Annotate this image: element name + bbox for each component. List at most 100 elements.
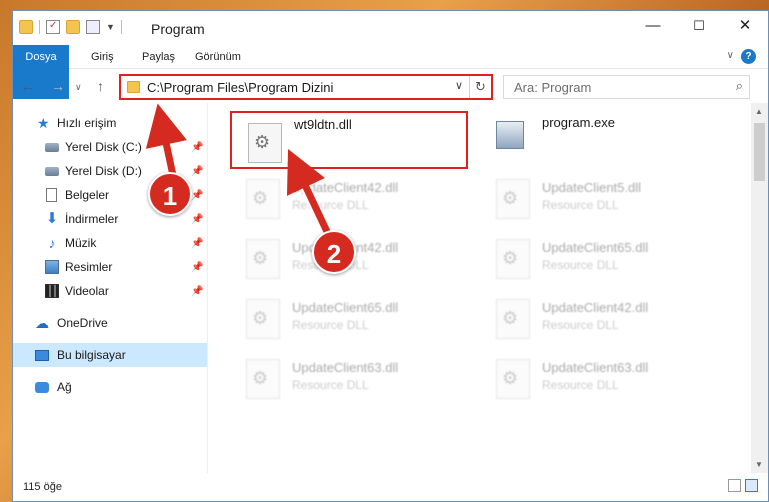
toolbar-divider — [39, 20, 40, 34]
sidebar-item-quick-access[interactable]: ★ Hızlı erişim — [13, 111, 207, 135]
sidebar-item-videos[interactable]: Videolar 📌 — [13, 279, 207, 303]
status-bar: 115 öğe — [13, 473, 768, 501]
ribbon: Dosya Giriş Paylaş Görünüm ∨ ? — [13, 45, 768, 99]
computer-icon — [35, 349, 49, 361]
file-item[interactable]: ⚙ UpdateClient42.dll Resource DLL — [480, 289, 720, 343]
forward-arrow-icon[interactable]: → — [51, 78, 65, 94]
file-item[interactable]: ⚙ UpdateClient5.dll Resource DLL — [480, 169, 720, 223]
new-folder-icon[interactable] — [66, 20, 80, 34]
navigation-pane: ★ Hızlı erişim Yerel Disk (C:) 📌 Yerel D… — [13, 111, 207, 471]
folder-icon[interactable] — [19, 20, 33, 34]
expand-ribbon-icon[interactable]: ∨ — [727, 50, 734, 61]
file-name: UpdateClient5.dll — [542, 180, 642, 195]
up-arrow-icon[interactable]: ↑ — [97, 78, 104, 94]
large-icons-view-icon[interactable] — [745, 479, 758, 492]
star-icon: ★ — [37, 115, 50, 131]
file-list: ⚙ wt9ldtn.dll program.exe ⚙ UpdateClient… — [218, 103, 743, 473]
tab-view[interactable]: Görünüm — [183, 45, 253, 69]
recent-locations-icon[interactable]: ∨ — [75, 82, 82, 93]
sidebar-item-local-disk-c[interactable]: Yerel Disk (C:) 📌 — [13, 135, 207, 159]
pin-icon[interactable]: 📌 — [191, 166, 203, 177]
view-switcher — [728, 479, 758, 492]
scroll-thumb[interactable] — [754, 123, 765, 181]
file-item[interactable]: ⚙ UpdateClient42.dll Resource DLL — [230, 169, 470, 223]
back-arrow-icon[interactable]: ← — [21, 78, 35, 94]
file-type: Resource DLL — [542, 378, 619, 392]
network-icon — [35, 381, 49, 393]
dll-file-icon: ⚙ — [496, 359, 530, 399]
file-name: UpdateClient65.dll — [542, 240, 649, 255]
tab-home[interactable]: Giriş — [79, 45, 126, 69]
sidebar-item-label: Belgeler — [65, 188, 110, 202]
application-icon — [496, 121, 524, 149]
drive-icon — [45, 166, 59, 176]
maximize-button[interactable]: ☐ — [676, 11, 722, 41]
file-name: UpdateClient42.dll — [292, 180, 399, 195]
toolbar-divider — [120, 20, 122, 34]
file-name: program.exe — [542, 115, 615, 130]
scroll-up-icon[interactable]: ▲ — [755, 107, 763, 116]
dll-file-icon: ⚙ — [246, 179, 280, 219]
tab-share[interactable]: Paylaş — [130, 45, 187, 69]
file-item[interactable]: ⚙ UpdateClient65.dll Resource DLL — [480, 229, 720, 283]
folder-icon — [127, 81, 140, 93]
help-icon[interactable]: ? — [741, 49, 756, 64]
gear-icon: ⚙ — [502, 188, 519, 208]
refresh-icon[interactable]: ↻ — [469, 76, 491, 98]
pin-icon[interactable]: 📌 — [191, 214, 203, 225]
scroll-down-icon[interactable]: ▼ — [755, 460, 763, 469]
video-icon — [45, 284, 59, 298]
drive-icon — [45, 142, 59, 152]
file-item[interactable]: ⚙ UpdateClient65.dll Resource DLL — [230, 289, 470, 343]
search-icon[interactable]: ⌕ — [736, 78, 743, 94]
pin-icon[interactable]: 📌 — [191, 262, 203, 273]
sidebar-item-network[interactable]: Ağ — [13, 375, 207, 399]
sidebar-item-label: Bu bilgisayar — [57, 348, 126, 362]
gear-icon: ⚙ — [502, 248, 519, 268]
file-item-program-exe[interactable]: program.exe — [480, 111, 720, 165]
file-type: Resource DLL — [542, 198, 619, 212]
details-view-icon[interactable] — [728, 479, 741, 492]
pin-icon[interactable]: 📌 — [191, 286, 203, 297]
sidebar-item-onedrive[interactable]: ☁ OneDrive — [13, 311, 207, 335]
file-item-wt9ldtn[interactable]: ⚙ wt9ldtn.dll — [230, 111, 468, 169]
address-path[interactable]: C:\Program Files\Program Dizini — [147, 80, 333, 95]
chevron-down-icon[interactable]: ▼ — [106, 22, 115, 32]
gear-icon: ⚙ — [252, 368, 269, 388]
sidebar-item-music[interactable]: ♪ Müzik 📌 — [13, 231, 207, 255]
address-bar[interactable]: C:\Program Files\Program Dizini ∨ ↻ — [119, 74, 493, 100]
cloud-icon: ☁ — [35, 315, 49, 331]
file-item[interactable]: ⚙ UpdateClient63.dll Resource DLL — [480, 349, 720, 403]
gear-icon: ⚙ — [252, 308, 269, 328]
sidebar-item-pictures[interactable]: Resimler 📌 — [13, 255, 207, 279]
search-input[interactable]: Ara: Program ⌕ — [503, 75, 750, 99]
file-name: wt9ldtn.dll — [294, 117, 352, 132]
customize-toolbar-icon[interactable] — [86, 20, 100, 34]
sidebar-item-label: Hızlı erişim — [57, 116, 117, 130]
pin-icon[interactable]: 📌 — [191, 238, 203, 249]
gear-icon: ⚙ — [502, 308, 519, 328]
quick-access-toolbar: ▼ — [19, 20, 122, 34]
close-button[interactable]: ✕ — [722, 11, 768, 41]
file-name: UpdateClient63.dll — [292, 360, 399, 375]
sidebar-item-this-pc[interactable]: Bu bilgisayar — [13, 343, 207, 367]
gear-icon: ⚙ — [252, 188, 269, 208]
sidebar-item-label: OneDrive — [57, 316, 108, 330]
pane-divider[interactable] — [207, 103, 208, 473]
minimize-button[interactable]: — — [630, 11, 676, 41]
file-item[interactable]: ⚙ UpdateClient63.dll Resource DLL — [230, 349, 470, 403]
chevron-down-icon[interactable]: ∨ — [455, 79, 463, 92]
sidebar-item-label: Videolar — [65, 284, 109, 298]
explorer-window: ▼ Program — ☐ ✕ Dosya Giriş Paylaş Görün… — [12, 10, 769, 502]
file-type: Resource DLL — [292, 378, 369, 392]
file-type: Resource DLL — [292, 318, 369, 332]
item-count: 115 öğe — [23, 481, 62, 493]
document-icon — [46, 188, 57, 202]
sidebar-item-label: Resimler — [65, 260, 113, 274]
properties-icon[interactable] — [46, 20, 60, 34]
vertical-scrollbar[interactable]: ▲ ▼ — [751, 103, 768, 473]
dll-file-icon: ⚙ — [246, 359, 280, 399]
file-name: UpdateClient42.dll — [542, 300, 649, 315]
pin-icon[interactable]: 📌 — [191, 142, 203, 153]
pin-icon[interactable]: 📌 — [191, 190, 203, 201]
